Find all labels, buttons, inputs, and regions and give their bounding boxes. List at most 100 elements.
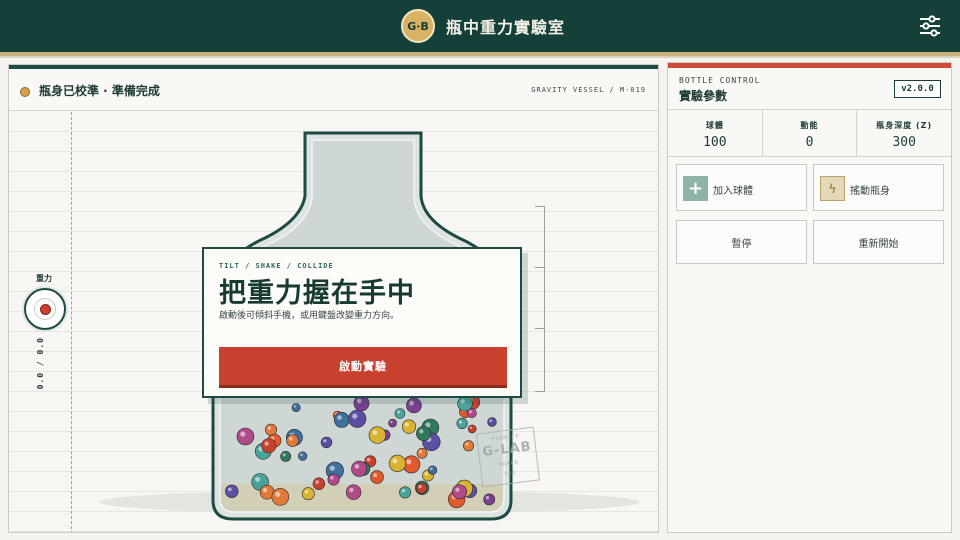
ball bbox=[370, 470, 384, 484]
sliders-icon[interactable] bbox=[917, 14, 943, 38]
panel-title: 實驗參數 bbox=[679, 89, 728, 103]
ball bbox=[286, 434, 299, 447]
ball bbox=[388, 454, 407, 473]
ball-highlight bbox=[373, 473, 377, 478]
stat-bottle-depth: 瓶身深度 (Z) 300 bbox=[857, 110, 951, 156]
ball bbox=[298, 451, 308, 461]
bracket-tick bbox=[535, 328, 545, 329]
ball bbox=[451, 484, 467, 500]
ball bbox=[351, 460, 368, 477]
ball-highlight bbox=[315, 480, 319, 484]
control-panel: BOTTLE CONTROL 實驗參數 v2.0.0 球體 100 動能 0 瓶… bbox=[667, 62, 952, 533]
ball-highlight bbox=[469, 410, 472, 414]
ball bbox=[456, 417, 468, 429]
ball bbox=[457, 396, 473, 412]
stats-row: 球體 100 動能 0 瓶身深度 (Z) 300 bbox=[668, 109, 951, 157]
ball-highlight bbox=[330, 476, 334, 480]
ball bbox=[320, 436, 333, 449]
ball-highlight bbox=[300, 453, 303, 457]
restart-button[interactable]: 重新開始 bbox=[813, 220, 944, 264]
ball-highlight bbox=[366, 458, 371, 462]
panel-topline bbox=[668, 63, 951, 68]
ball-highlight bbox=[424, 472, 428, 476]
ball bbox=[225, 484, 239, 498]
stage-header: 瓶身已校準 · 準備完成 GRAVITY VESSEL / M-019 bbox=[9, 69, 658, 111]
app-title: 瓶中重力實驗室 bbox=[446, 18, 566, 37]
ball bbox=[388, 418, 397, 428]
ball-highlight bbox=[401, 489, 406, 493]
ball-highlight bbox=[418, 485, 422, 489]
version-badge: v2.0.0 bbox=[894, 80, 941, 98]
intro-description: 啟動後可傾斜手機，或用鍵盤改變重力方向。 bbox=[219, 311, 400, 321]
ball-highlight bbox=[404, 422, 409, 427]
ball bbox=[401, 419, 417, 434]
ball-highlight bbox=[288, 436, 293, 441]
ball-highlight bbox=[390, 420, 393, 424]
ball-highlight bbox=[352, 413, 358, 419]
ball-highlight bbox=[240, 431, 246, 437]
ball bbox=[271, 488, 290, 506]
ball-highlight bbox=[255, 476, 261, 482]
ball bbox=[236, 427, 255, 446]
plus-icon: + bbox=[683, 176, 708, 201]
shake-bottle-button[interactable]: ϟ 搖動瓶身 bbox=[813, 164, 944, 211]
ball bbox=[467, 424, 477, 434]
ball-highlight bbox=[409, 400, 414, 406]
shake-bottle-label: 搖動瓶身 bbox=[850, 186, 890, 197]
stat-value: 300 bbox=[892, 135, 916, 150]
add-balls-button[interactable]: + 加入球體 bbox=[676, 164, 807, 211]
lightning-icon: ϟ bbox=[820, 176, 845, 201]
intro-dialog: TILT / SHAKE / COLLIDE 把重力握在手中 啟動後可傾斜手機，… bbox=[202, 247, 522, 398]
ball-highlight bbox=[406, 459, 412, 465]
ball-highlight bbox=[337, 415, 342, 420]
ball-highlight bbox=[354, 464, 360, 469]
ball bbox=[301, 487, 315, 501]
status-text: 瓶身已校準 · 準備完成 bbox=[39, 84, 160, 98]
stat-value: 0 bbox=[805, 135, 814, 150]
ball-highlight bbox=[430, 467, 433, 471]
bracket-tick bbox=[535, 267, 545, 268]
ball bbox=[399, 486, 412, 499]
ball-highlight bbox=[392, 458, 398, 464]
ball bbox=[416, 482, 428, 494]
ball bbox=[406, 397, 422, 414]
start-experiment-button[interactable]: 啟動實驗 bbox=[219, 347, 507, 385]
ball-highlight bbox=[460, 399, 465, 404]
ball bbox=[345, 484, 362, 500]
ball-highlight bbox=[262, 488, 268, 493]
ball-highlight bbox=[304, 490, 309, 494]
ball-highlight bbox=[323, 439, 327, 443]
ball bbox=[462, 440, 474, 452]
stat-kinetic-energy: 動能 0 bbox=[763, 110, 858, 156]
ball bbox=[483, 493, 496, 506]
ball-highlight bbox=[264, 441, 269, 446]
ball-highlight bbox=[397, 410, 400, 414]
ball-highlight bbox=[329, 465, 335, 471]
intro-title: 把重力握在手中 bbox=[219, 278, 415, 309]
ball bbox=[280, 450, 292, 462]
pause-button[interactable]: 暫停 bbox=[676, 220, 807, 264]
ball-highlight bbox=[419, 450, 423, 454]
ball-highlight bbox=[349, 487, 354, 493]
intro-kicker: TILT / SHAKE / COLLIDE bbox=[219, 262, 334, 270]
ball bbox=[416, 447, 428, 459]
stat-value: 100 bbox=[703, 135, 727, 150]
ball bbox=[487, 417, 497, 427]
ball-highlight bbox=[489, 419, 493, 423]
ball-highlight bbox=[267, 426, 271, 430]
ball-highlight bbox=[227, 487, 232, 492]
panel-kicker: BOTTLE CONTROL bbox=[679, 76, 761, 85]
ball-highlight bbox=[357, 398, 362, 404]
ball bbox=[348, 409, 367, 428]
ball bbox=[261, 438, 277, 454]
ball-highlight bbox=[282, 453, 286, 457]
ball-highlight bbox=[372, 430, 378, 436]
app-logo: G·B bbox=[401, 9, 435, 43]
stat-ball-count: 球體 100 bbox=[668, 110, 763, 156]
ball bbox=[394, 408, 406, 419]
header-stripe-light bbox=[0, 56, 960, 58]
ball-highlight bbox=[458, 420, 463, 424]
ball bbox=[368, 426, 387, 444]
ball-highlight bbox=[455, 487, 460, 492]
stat-label: 瓶身深度 (Z) bbox=[876, 121, 933, 130]
